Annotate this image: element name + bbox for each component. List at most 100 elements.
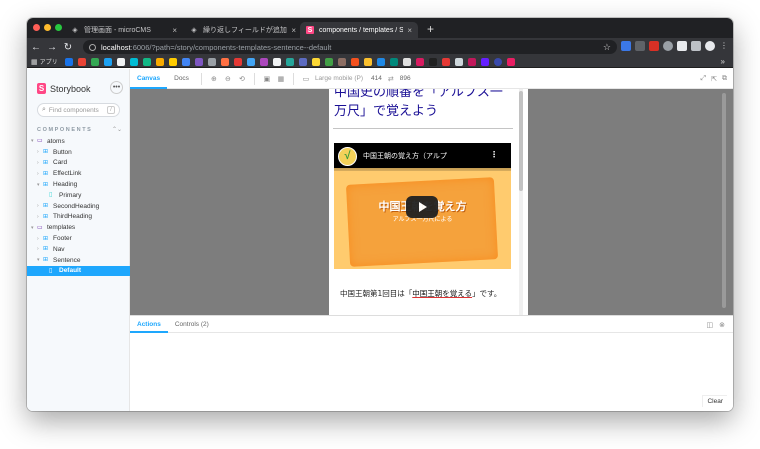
bookmark-icon[interactable] — [194, 57, 203, 66]
rotate-viewport-icon[interactable]: ⇄ — [388, 75, 394, 83]
bookmark-icon[interactable] — [285, 57, 294, 66]
address-bar[interactable]: localhost :6006/?path=/story/components-… — [83, 40, 617, 54]
browser-tab-microcms[interactable]: ◈ 管理画面 - microCMS × — [65, 22, 183, 38]
bookmark-icon[interactable] — [402, 57, 411, 66]
bookmark-icon[interactable] — [142, 57, 151, 66]
back-icon[interactable]: ← — [29, 42, 43, 53]
extension-icon[interactable] — [649, 41, 659, 51]
bookmark-icon[interactable] — [220, 57, 229, 66]
background-icon[interactable]: ▣ — [260, 75, 274, 83]
open-new-tab-icon[interactable]: ⇱ — [711, 75, 717, 83]
forward-icon[interactable]: → — [45, 42, 59, 53]
bookmark-icon[interactable] — [246, 57, 255, 66]
canvas-scrollbar[interactable] — [722, 93, 726, 308]
zoom-reset-icon[interactable]: ⟲ — [235, 75, 249, 83]
sidebar-item-secondheading[interactable]: › ⊞ SecondHeading — [27, 201, 130, 212]
bookmark-icon[interactable] — [233, 57, 242, 66]
minimize-window-button[interactable] — [44, 24, 51, 31]
panel-orientation-icon[interactable]: ◫ — [707, 321, 714, 329]
close-tab-icon[interactable]: × — [291, 26, 296, 35]
close-tab-icon[interactable]: × — [172, 26, 177, 35]
sidebar-item-card[interactable]: › ⊞ Card — [27, 158, 130, 169]
clear-button[interactable]: Clear — [702, 395, 727, 407]
bookmark-icon[interactable] — [298, 57, 307, 66]
fullscreen-icon[interactable]: ⤢ — [701, 75, 707, 83]
reload-icon[interactable]: ↻ — [61, 42, 75, 53]
bookmark-star-icon[interactable]: ☆ — [603, 42, 611, 53]
sidebar-item-templates[interactable]: ▾ ▭ templates — [27, 222, 130, 233]
video-more-icon[interactable]: ⋮ — [490, 150, 498, 159]
bookmark-icon[interactable] — [77, 57, 86, 66]
bookmark-icon[interactable] — [207, 57, 216, 66]
bookmark-icon[interactable] — [337, 57, 346, 66]
paragraph-link[interactable]: 中国王朝を覚える — [412, 289, 472, 298]
sidebar-item-button[interactable]: › ⊞ Button — [27, 147, 130, 158]
sidebar-item-thirdheading[interactable]: › ⊞ ThirdHeading — [27, 212, 130, 223]
bookmark-icon[interactable] — [428, 57, 437, 66]
channel-avatar[interactable]: √ — [338, 147, 357, 166]
tab-docs[interactable]: Docs — [167, 69, 196, 89]
close-window-button[interactable] — [33, 24, 40, 31]
bookmark-icon[interactable] — [363, 57, 372, 66]
extension-icon[interactable] — [621, 41, 631, 51]
close-tab-icon[interactable]: × — [407, 26, 412, 35]
iframe-scrollbar[interactable] — [519, 91, 523, 191]
bookmark-icon[interactable] — [155, 57, 164, 66]
bookmark-icon[interactable] — [415, 57, 424, 66]
more-options-button[interactable]: ••• — [110, 81, 123, 94]
bookmark-icon[interactable] — [506, 57, 515, 66]
zoom-out-icon[interactable]: ⊖ — [221, 75, 235, 83]
bookmark-icon[interactable] — [454, 57, 463, 66]
youtube-embed[interactable]: 中国王朝を覚え方 アルプス一万尺による √ 中国王朝の覚え方（アルプ ⋮ — [334, 143, 511, 269]
bookmark-icon[interactable] — [389, 57, 398, 66]
grid-icon[interactable]: ▦ — [274, 75, 288, 83]
profile-avatar[interactable] — [705, 41, 715, 51]
search-input[interactable]: ⌕ Find components / — [37, 103, 120, 117]
bookmark-icon[interactable] — [311, 57, 320, 66]
copy-link-icon[interactable]: ⧉ — [722, 75, 727, 83]
bookmark-icon[interactable] — [441, 57, 450, 66]
zoom-in-icon[interactable]: ⊕ — [207, 75, 221, 83]
preview-iframe[interactable]: 中国史の順番を「アルフス一万尺」で覚えよう 中国王朝を覚え方 アルプス一万尺によ… — [329, 89, 528, 315]
sidebar-item-effectlink[interactable]: › ⊞ EffectLink — [27, 168, 130, 179]
more-bookmarks-button[interactable]: » — [721, 56, 725, 68]
viewport-selector[interactable]: Large mobile (P) — [315, 75, 363, 82]
bookmark-icon[interactable] — [129, 57, 138, 66]
bookmark-icon[interactable] — [350, 57, 359, 66]
bookmark-icon[interactable] — [90, 57, 99, 66]
extension-icon[interactable] — [677, 41, 687, 51]
tab-actions[interactable]: Actions — [130, 316, 168, 333]
bookmark-icon[interactable] — [168, 57, 177, 66]
sidebar-item-primary[interactable]: ▯ Primary — [27, 190, 130, 201]
extension-icon[interactable] — [635, 41, 645, 51]
bookmark-icon[interactable] — [64, 57, 73, 66]
close-panel-icon[interactable]: ⊗ — [719, 321, 725, 329]
apps-bookmark[interactable]: ▦ アプリ — [31, 57, 58, 67]
bookmark-icon[interactable] — [493, 57, 502, 66]
sidebar-item-sentence[interactable]: ▾ ⊞ Sentence — [27, 255, 130, 266]
sidebar-item-atoms[interactable]: ▾ ▭ atoms — [27, 136, 130, 147]
new-tab-button[interactable]: + — [427, 22, 434, 36]
browser-menu-icon[interactable]: ⋮ — [719, 41, 729, 51]
bookmark-icon[interactable] — [467, 57, 476, 66]
video-title[interactable]: 中国王朝の覚え方（アルプ — [363, 151, 447, 161]
tab-controls[interactable]: Controls (2) — [168, 316, 216, 333]
sidebar-item-default[interactable]: ▯ Default — [27, 265, 130, 277]
bookmark-icon[interactable] — [324, 57, 333, 66]
play-button[interactable] — [406, 196, 438, 218]
info-icon[interactable] — [89, 43, 96, 51]
bookmark-icon[interactable] — [259, 57, 268, 66]
expand-collapse-icon[interactable]: ⌃⌄ — [112, 126, 122, 133]
tab-canvas[interactable]: Canvas — [130, 69, 168, 89]
bookmark-icon[interactable] — [272, 57, 281, 66]
storybook-logo[interactable]: S Storybook — [37, 83, 91, 94]
bookmark-icon[interactable] — [181, 57, 190, 66]
sidebar-item-heading[interactable]: ▾ ⊞ Heading — [27, 179, 130, 190]
bookmark-icon[interactable] — [103, 57, 112, 66]
zoom-window-button[interactable] — [55, 24, 62, 31]
browser-tab-repeat-field[interactable]: ◈ 繰り返しフィールドが追加されま × — [184, 22, 302, 38]
sidebar-item-nav[interactable]: › ⊞ Nav — [27, 244, 130, 255]
puzzle-icon[interactable] — [691, 41, 701, 51]
bookmark-icon[interactable] — [480, 57, 489, 66]
bookmark-icon[interactable] — [116, 57, 125, 66]
